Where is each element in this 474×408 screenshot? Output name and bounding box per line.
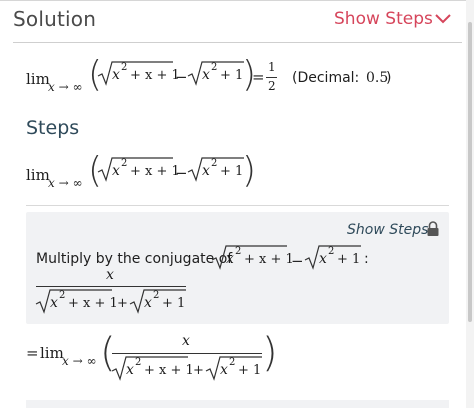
final-frac-num: x bbox=[182, 333, 190, 349]
final-den-b-sup: 2 bbox=[229, 357, 236, 368]
step-lim-subscript: x → ∞ bbox=[48, 176, 83, 190]
step-lim-label: lim bbox=[26, 166, 50, 184]
conj-a-x: x bbox=[226, 251, 234, 267]
result-numerator: 1 bbox=[268, 60, 276, 74]
decimal-label: (Decimal: bbox=[292, 70, 360, 86]
final-equals: = bbox=[26, 344, 39, 362]
card-den-a-rest: + x + 1 bbox=[68, 296, 118, 311]
card-den-b-sup: 2 bbox=[153, 290, 160, 301]
card-den-b-rest: + 1 bbox=[162, 296, 186, 311]
final-right-paren: ) bbox=[262, 330, 278, 376]
step-minus: − bbox=[175, 164, 188, 182]
result-denominator: 2 bbox=[268, 79, 276, 93]
result-fraction-bar bbox=[266, 77, 277, 78]
final-den-a-sup: 2 bbox=[135, 357, 142, 368]
solution-title: Solution bbox=[13, 7, 97, 31]
lim-subscript: x → ∞ bbox=[48, 80, 83, 94]
next-step-card bbox=[26, 400, 449, 408]
step-radicand-b-x: x bbox=[202, 163, 210, 179]
conj-b-x: x bbox=[319, 251, 327, 267]
conj-b-sup: 2 bbox=[328, 246, 335, 257]
lim-label: lim bbox=[26, 70, 50, 88]
final-den-a-rest: + x + 1 bbox=[144, 363, 194, 378]
radicand-a-x: x bbox=[112, 67, 120, 83]
radicand-b-x: x bbox=[202, 67, 210, 83]
conj-b-rest: + 1 bbox=[337, 252, 361, 267]
conj-minus: − bbox=[291, 252, 304, 270]
step-radicand-b-sup: 2 bbox=[211, 158, 218, 169]
radicand-a-sup: 2 bbox=[121, 62, 128, 73]
decimal-close: ) bbox=[386, 70, 392, 86]
show-steps-button[interactable]: Show Steps bbox=[334, 9, 433, 29]
steps-heading: Steps bbox=[26, 117, 80, 139]
step-radicand-a-rest: + x + 1 bbox=[130, 164, 180, 179]
step-radicand-b-rest: + 1 bbox=[220, 164, 244, 179]
card-frac-bar bbox=[36, 286, 186, 287]
lock-icon[interactable] bbox=[426, 221, 440, 237]
final-den-b-x: x bbox=[220, 362, 228, 378]
conj-a-sup: 2 bbox=[235, 246, 242, 257]
equals-sign: = bbox=[252, 68, 265, 86]
step-radicand-a-x: x bbox=[112, 163, 120, 179]
conj-a-rest: + x + 1 bbox=[244, 252, 294, 267]
radicand-a-rest: + x + 1 bbox=[130, 68, 180, 83]
step-right-paren: ) bbox=[242, 150, 257, 191]
decimal-value: 0.5 bbox=[366, 70, 389, 86]
card-den-a-x: x bbox=[50, 295, 58, 311]
chevron-down-icon[interactable] bbox=[433, 12, 453, 26]
card-den-a-sup: 2 bbox=[59, 290, 66, 301]
top-border bbox=[0, 0, 474, 1]
multiply-text: Multiply by the conjugate of bbox=[36, 251, 233, 267]
final-lim-subscript: x → ∞ bbox=[62, 354, 97, 368]
card-frac-num: x bbox=[106, 267, 114, 283]
card-den-b-x: x bbox=[144, 295, 152, 311]
card-show-steps-button[interactable]: Show Steps bbox=[347, 222, 428, 238]
radicand-b-sup: 2 bbox=[211, 62, 218, 73]
scrollbar-thumb[interactable] bbox=[468, 22, 472, 322]
final-frac-bar bbox=[112, 353, 262, 354]
final-den-plus: + bbox=[193, 363, 204, 378]
final-lim-label: lim bbox=[40, 344, 64, 362]
radicand-b-rest: + 1 bbox=[220, 68, 244, 83]
step-radicand-a-sup: 2 bbox=[121, 158, 128, 169]
final-den-a-x: x bbox=[126, 362, 134, 378]
final-den-b-rest: + 1 bbox=[238, 363, 262, 378]
card-den-plus: + bbox=[117, 296, 128, 311]
conj-colon: : bbox=[364, 251, 369, 267]
minus-sign: − bbox=[175, 68, 188, 86]
header-divider bbox=[13, 42, 462, 43]
card-divider bbox=[26, 205, 449, 206]
